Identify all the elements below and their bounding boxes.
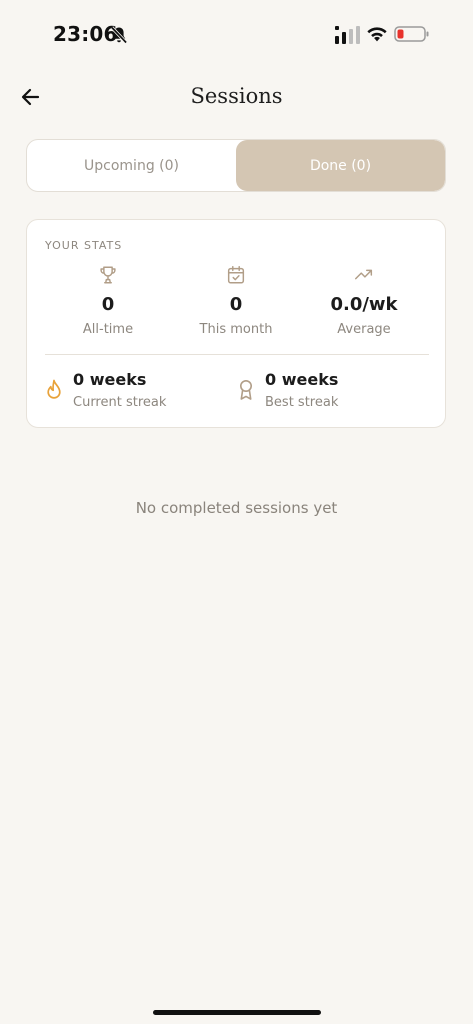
- stat-all-time: 0 All-time: [44, 264, 172, 337]
- stat-value: 0: [229, 294, 243, 315]
- home-indicator[interactable]: [153, 1010, 321, 1015]
- stat-label: Average: [337, 322, 391, 337]
- stat-value: 0: [101, 294, 115, 315]
- streak-label: Best streak: [265, 395, 339, 410]
- stat-label: All-time: [82, 322, 134, 337]
- stats-heading: YOUR STATS: [45, 239, 123, 252]
- stats-card: YOUR STATS 0 All-time 0 This month 0.0/w…: [26, 219, 446, 428]
- empty-state-message: No completed sessions yet: [135, 499, 338, 517]
- flame-icon: [47, 379, 61, 399]
- stat-average: 0.0/wk Average: [300, 264, 428, 337]
- wifi-icon: [367, 27, 387, 42]
- tab-upcoming[interactable]: Upcoming (0): [27, 140, 236, 191]
- status-bar: 23:06: [0, 0, 473, 70]
- status-time: 23:06: [53, 22, 118, 46]
- streak-label: Current streak: [73, 395, 167, 410]
- trending-up-icon: [355, 269, 373, 280]
- trophy-icon: [100, 266, 116, 284]
- stat-label: This month: [199, 322, 273, 337]
- divider: [45, 354, 429, 355]
- battery-low-icon: [394, 26, 429, 42]
- stat-this-month: 0 This month: [172, 264, 300, 337]
- calendar-check-icon: [227, 266, 245, 284]
- award-ribbon-icon: [240, 380, 252, 400]
- cellular-signal-icon: [335, 26, 360, 44]
- stat-value: 0.0/wk: [330, 294, 398, 315]
- streak-value: 0 weeks: [73, 370, 147, 389]
- page-title: Sessions: [190, 84, 283, 108]
- tab-done[interactable]: Done (0): [236, 140, 445, 191]
- bell-muted-icon: [110, 26, 128, 44]
- header: Sessions: [0, 72, 473, 122]
- tab-switcher: Upcoming (0) Done (0): [26, 139, 446, 192]
- streak-value: 0 weeks: [265, 370, 339, 389]
